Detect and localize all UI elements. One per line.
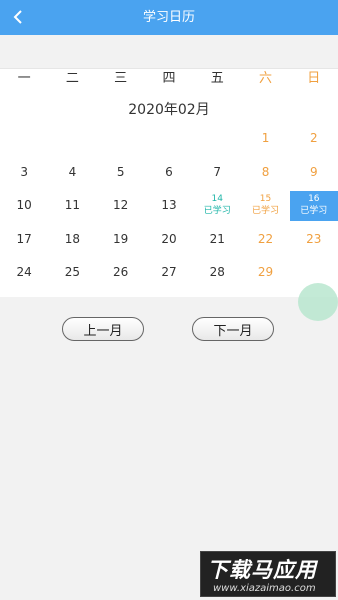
calendar-day[interactable]: 13	[145, 191, 193, 221]
day-number: 11	[64, 198, 81, 212]
day-number: 9	[309, 164, 318, 179]
calendar-day[interactable]: 6	[145, 158, 193, 188]
calendar-day[interactable]: 26	[97, 258, 145, 288]
calendar-day[interactable]: 15 已学习	[241, 191, 289, 221]
day-number: 2	[309, 131, 318, 145]
day-number: 13	[161, 198, 177, 212]
calendar-day[interactable]: 8	[241, 158, 289, 188]
day-number: 14	[211, 194, 223, 204]
day-number: 7	[213, 164, 222, 179]
page-title: 学习日历	[142, 10, 195, 25]
floating-action-button[interactable]	[298, 283, 338, 321]
day-number: 29	[257, 265, 274, 279]
day-number: 3	[20, 164, 28, 179]
calendar-day[interactable]: 9	[290, 158, 338, 188]
month-label: 2020年02月	[128, 102, 210, 118]
calendar-day[interactable]: 22	[241, 225, 289, 255]
weekday-label: 五	[210, 71, 224, 86]
day-number: 23	[306, 231, 322, 246]
calendar-day[interactable]: 21	[193, 225, 241, 255]
watermark-logo: 下载马应用 www.xiazaimao.com	[200, 551, 336, 597]
day-number: 27	[161, 265, 177, 279]
calendar-day[interactable]: 19	[97, 225, 145, 255]
day-number: 1	[261, 131, 270, 145]
studied-tag: 已学习	[252, 206, 280, 216]
calendar-day[interactable]: 20	[145, 225, 193, 255]
day-number: 8	[261, 164, 270, 179]
studied-tag: 已学习	[203, 206, 231, 216]
weekday-label: 一	[17, 71, 31, 86]
weekday-label: 四	[162, 71, 176, 86]
calendar-day[interactable]: 25	[48, 258, 96, 288]
calendar-grid: 2020年02月 1 2 3 4 5 6 7 8 9 10 11 12 13 14 已学习 15 已学习 16 已学…	[0, 89, 338, 297]
calendar-day[interactable]: 24	[0, 258, 48, 288]
calendar-day[interactable]: 4	[48, 158, 96, 188]
weekday-header: 一二三四五六日	[0, 68, 338, 90]
day-number: 18	[64, 231, 81, 246]
calendar-day[interactable]: 3	[0, 158, 48, 188]
calendar-day-selected[interactable]: 16 已学习	[289, 191, 338, 221]
calendar-day[interactable]: 28	[193, 258, 241, 288]
calendar-day[interactable]: 14 已学习	[193, 191, 241, 221]
calendar-day[interactable]: 12	[97, 191, 145, 221]
day-number: 24	[16, 265, 32, 279]
calendar-day[interactable]: 18	[48, 225, 96, 255]
day-number: 6	[165, 164, 173, 179]
day-number: 10	[16, 198, 32, 212]
day-number: 19	[113, 231, 129, 246]
calendar-day[interactable]: 7	[193, 158, 241, 188]
calendar-day[interactable]: 11	[48, 191, 96, 221]
next-month-button[interactable]: 下一月	[192, 317, 274, 341]
day-number: 16	[308, 194, 320, 204]
day-number: 15	[259, 194, 272, 204]
watermark-url: www.xiazaimao.com	[213, 583, 316, 594]
weekday-label: 三	[114, 71, 128, 86]
watermark-title: 下载马应用	[207, 558, 317, 582]
day-number: 4	[68, 164, 77, 179]
day-number: 20	[161, 231, 177, 246]
weekday-label: 二	[65, 71, 79, 86]
calendar-day[interactable]: 29	[241, 258, 289, 288]
calendar-day[interactable]: 1	[241, 124, 289, 154]
day-number: 5	[116, 164, 125, 179]
calendar-day[interactable]: 10	[0, 191, 48, 221]
app-header: 学习日历	[0, 0, 338, 35]
day-number: 28	[209, 265, 225, 279]
studied-tag: 已学习	[300, 206, 328, 216]
weekday-label: 六	[259, 71, 273, 86]
calendar-day[interactable]: 2	[290, 124, 338, 154]
day-number: 22	[257, 231, 274, 246]
day-number: 21	[209, 231, 225, 246]
calendar-day[interactable]: 23	[290, 225, 338, 255]
calendar-day[interactable]: 5	[97, 158, 145, 188]
day-number: 25	[64, 265, 81, 279]
day-number: 12	[113, 198, 129, 212]
prev-month-button[interactable]: 上一月	[62, 317, 144, 341]
calendar-day[interactable]: 27	[145, 258, 193, 288]
day-number: 17	[16, 231, 32, 246]
weekday-label: 日	[307, 71, 321, 86]
calendar-day[interactable]: 17	[0, 225, 48, 255]
day-number: 26	[113, 265, 129, 279]
